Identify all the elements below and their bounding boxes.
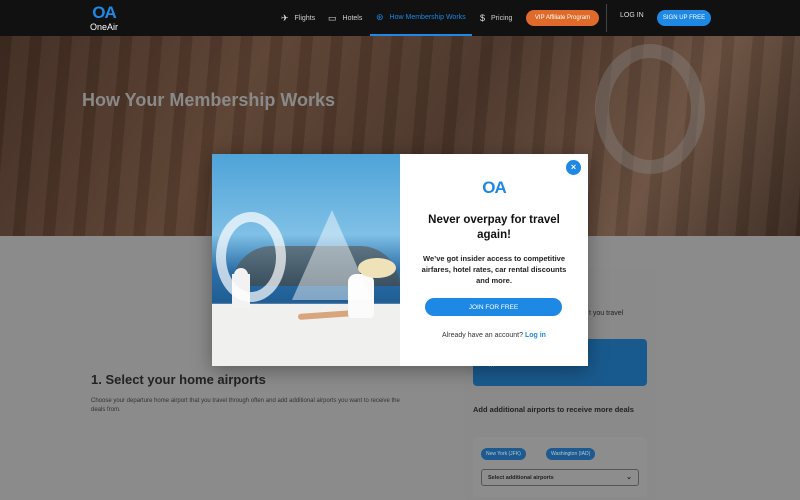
nav-hotels-label: Hotels: [342, 14, 363, 22]
modal-title: Never overpay for travel again!: [428, 214, 560, 241]
account-line: Already have an account? Log in: [420, 332, 568, 339]
signup-button[interactable]: SIGN UP FREE: [657, 10, 711, 26]
modal-login-link[interactable]: Log in: [525, 332, 546, 339]
nav-how-membership-works[interactable]: ⊛ How Membership Works: [370, 0, 472, 36]
header-divider: [606, 4, 607, 32]
oneair-logo[interactable]: OA OneAir: [84, 4, 124, 34]
vip-affiliate-button[interactable]: VIP Affiliate Program: [526, 10, 599, 26]
nav-pricing[interactable]: $ Pricing: [480, 0, 512, 36]
account-text: Already have an account?: [442, 332, 523, 339]
modal-logo: OA: [482, 178, 507, 197]
plane-icon: ✈: [281, 12, 289, 23]
dollar-icon: $: [480, 13, 486, 23]
page-title: How Your Membership Works: [82, 90, 336, 110]
nav-flights-label: Flights: [294, 14, 316, 22]
modal-subtitle: We’ve got insider access to competitive …: [421, 254, 567, 285]
top-navbar: OA OneAir ✈ Flights ▭ Hotels ⊛ How Membe…: [0, 0, 800, 36]
nav-how-membership-works-label: How Membership Works: [389, 13, 466, 21]
join-for-free-button[interactable]: JOIN FOR FREE: [425, 298, 562, 316]
modal-photo: [212, 154, 400, 366]
hero-logo-watermark: [595, 44, 705, 174]
login-link[interactable]: LOG IN: [620, 12, 644, 19]
help-icon: ⊛: [376, 11, 384, 22]
oa-watermark-o: [216, 212, 286, 302]
logo-word: OneAir: [89, 22, 118, 32]
nav-hotels[interactable]: ▭ Hotels: [328, 0, 362, 36]
logo-mark: OA: [92, 3, 117, 22]
bed-icon: ▭: [328, 12, 337, 23]
nav-flights[interactable]: ✈ Flights: [281, 0, 315, 36]
close-button[interactable]: ×: [566, 160, 581, 175]
nav-pricing-label: Pricing: [491, 14, 513, 22]
oa-watermark-a: [292, 210, 372, 300]
